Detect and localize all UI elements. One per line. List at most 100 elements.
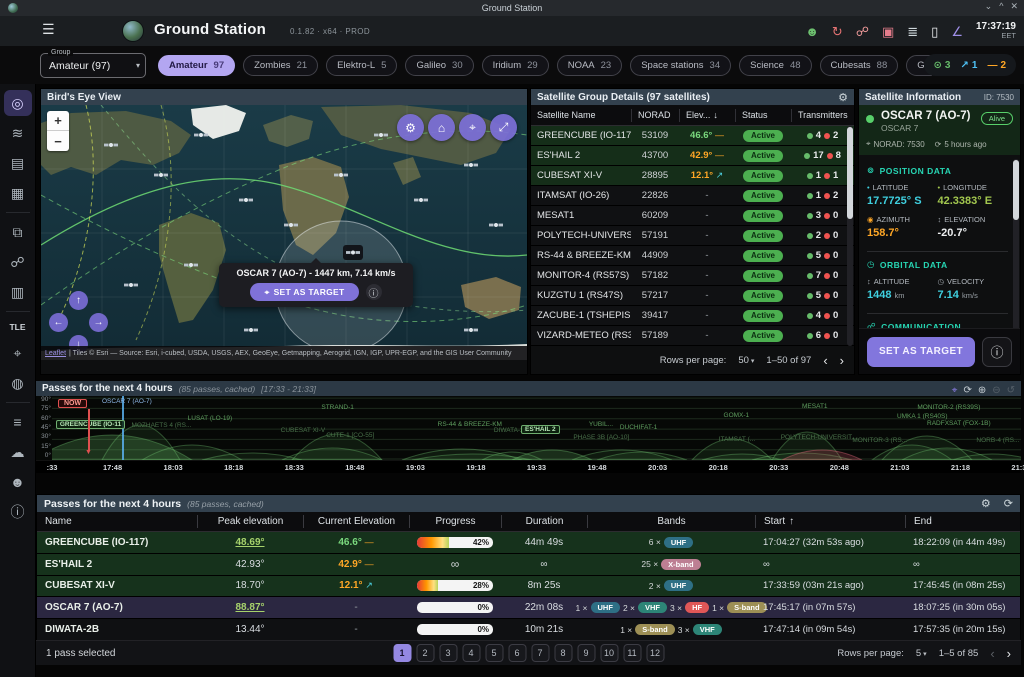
page-button-6[interactable]: 6 — [508, 644, 526, 662]
column-header-transmitters[interactable]: Transmitters — [791, 109, 854, 122]
map-settings-button[interactable]: ⚙ — [397, 114, 424, 141]
group-chip-elektro-l[interactable]: Elektro-L5 — [326, 55, 397, 76]
column-header-duration[interactable]: Duration — [501, 515, 587, 528]
page-button-7[interactable]: 7 — [531, 644, 549, 662]
column-header-end[interactable]: End — [905, 515, 1020, 528]
pass-row[interactable]: GREENCUBE (IO-117)48.69°46.6° —42%44m 49… — [37, 532, 1020, 554]
pass-row[interactable]: OSCAR 7 (AO-7)88.87°-0%22m 08s1 × UHF2 ×… — [37, 597, 1020, 619]
group-chip-science[interactable]: Science48 — [739, 55, 811, 76]
sidebar-item-tle[interactable]: TLE — [9, 322, 25, 332]
scrollbar[interactable] — [847, 126, 853, 346]
page-button-1[interactable]: 1 — [393, 644, 411, 662]
set-as-target-button[interactable]: SET AS TARGET — [867, 337, 975, 367]
table-row[interactable]: MONITOR-4 (RS57S)57182-Active70 — [531, 266, 854, 286]
unshade-button[interactable]: ^ — [999, 1, 1003, 12]
radio-icon[interactable]: ▣ — [882, 25, 894, 38]
page-button-11[interactable]: 11 — [623, 644, 641, 662]
table-row[interactable]: KUZGTU 1 (RS47S)57217-Active50 — [531, 286, 854, 306]
shade-button[interactable]: ⌄ — [985, 1, 993, 12]
group-chip-space-stations[interactable]: Space stations34 — [630, 55, 731, 76]
sidebar-item-info[interactable]: ⓘ — [4, 499, 32, 525]
column-header-satellite-name[interactable]: Satellite Name — [531, 109, 631, 122]
column-header-status[interactable]: Status — [735, 109, 791, 122]
sidebar-item-cloud[interactable]: ☁ — [4, 439, 32, 465]
column-header-start[interactable]: Start↑ — [755, 515, 905, 528]
column-header-elev[interactable]: Elev...↓ — [679, 109, 735, 122]
table-row[interactable]: VIZARD-METEO (RS3...57189-Active60 — [531, 326, 854, 346]
hamburger-menu-icon[interactable]: ☰ — [42, 21, 55, 38]
column-header-norad[interactable]: NORAD — [631, 109, 679, 122]
sidebar-item-radio[interactable]: ⧉ — [4, 219, 32, 245]
prev-page-button[interactable]: ‹ — [823, 353, 827, 368]
rows-per-page-select[interactable]: 5▾ — [916, 648, 927, 659]
elevation-icon[interactable]: ∠ — [951, 25, 963, 38]
timeline-reset-button[interactable]: ↺ — [1007, 385, 1015, 396]
close-button[interactable]: ✕ — [1010, 1, 1018, 12]
pan-up-button[interactable]: ↑ — [69, 291, 88, 310]
table-row[interactable]: ES'HAIL 24370042.9° —Active178 — [531, 146, 854, 166]
timeline-zoom-in-button[interactable]: ⊕ — [978, 385, 986, 396]
group-chip-iridium[interactable]: Iridium29 — [482, 55, 549, 76]
column-header-current-elevation[interactable]: Current Elevation — [303, 515, 409, 528]
group-chip-galileo[interactable]: Galileo30 — [405, 55, 473, 76]
next-page-button[interactable]: › — [1007, 646, 1011, 661]
page-button-4[interactable]: 4 — [462, 644, 480, 662]
table-row[interactable]: RS-44 & BREEZE-KM ...44909-Active50 — [531, 246, 854, 266]
page-button-5[interactable]: 5 — [485, 644, 503, 662]
timeline-zoom-out-button[interactable]: ⊖ — [992, 385, 1000, 396]
page-button-9[interactable]: 9 — [577, 644, 595, 662]
sidebar-item-antenna[interactable]: ☍ — [4, 249, 32, 275]
peak-elevation[interactable]: 48.69° — [235, 537, 264, 548]
table-row[interactable]: GREENCUBE (IO-117)5310946.6° —Active42 — [531, 126, 854, 146]
sidebar-item-passes[interactable]: ≋ — [4, 120, 32, 146]
timeline-refresh-button[interactable]: ⟳ — [963, 385, 971, 396]
antenna-alert-icon[interactable]: ☍ — [856, 25, 869, 38]
map-target-button[interactable]: ⌖ — [459, 114, 486, 141]
sidebar-item-globe[interactable]: ◍ — [4, 370, 32, 396]
scrollbar[interactable] — [1013, 159, 1019, 334]
pass-row[interactable]: ES'HAIL 242.93°42.9° —∞∞25 × X-band∞∞ — [37, 554, 1020, 576]
table-row[interactable]: POLYTECH-UNIVERS...57191-Active20 — [531, 226, 854, 246]
map-home-button[interactable]: ⌂ — [428, 114, 455, 141]
gear-icon[interactable]: ⚙ — [838, 91, 848, 104]
zoom-in-button[interactable]: + — [47, 111, 69, 131]
timeline-chart[interactable]: 90°75°60°45°30°15°0° OSCAR 7 (AO-7) GREE… — [36, 396, 1021, 460]
timeline-satellite-icon[interactable]: ⌖ — [952, 385, 958, 396]
refresh-icon[interactable]: ⟳ — [1004, 497, 1013, 510]
column-header-name[interactable]: Name — [37, 515, 197, 528]
table-row[interactable]: MESAT160209-Active30 — [531, 206, 854, 226]
leaflet-link[interactable]: Leaflet — [45, 350, 66, 357]
page-button-12[interactable]: 12 — [646, 644, 664, 662]
table-row[interactable]: ITAMSAT (IO-26)22826-Active12 — [531, 186, 854, 206]
device-icon[interactable]: ▯ — [931, 25, 938, 38]
gear-icon[interactable]: ⚙ — [981, 497, 991, 510]
group-chip-noaa[interactable]: NOAA23 — [557, 55, 623, 76]
sidebar-item-account[interactable]: ☻ — [4, 469, 32, 495]
column-header-peak-elevation[interactable]: Peak elevation — [197, 515, 303, 528]
set-as-target-button[interactable]: ⌖ SET AS TARGET — [250, 283, 358, 301]
pass-row[interactable]: DIWATA-2B13.44°-0%10m 21s1 × S-band3 × V… — [37, 619, 1020, 641]
info-button[interactable]: ⓘ — [982, 337, 1012, 367]
page-button-8[interactable]: 8 — [554, 644, 572, 662]
tooltip-info-button[interactable]: ⓘ — [366, 284, 382, 300]
table-row[interactable]: ZACUBE-1 (TSHEPIS...39417-Active40 — [531, 306, 854, 326]
sidebar-item-schedule[interactable]: ▦ — [4, 180, 32, 206]
pan-right-button[interactable]: → — [89, 313, 108, 332]
page-button-2[interactable]: 2 — [416, 644, 434, 662]
group-chip-amateur[interactable]: Amateur97 — [158, 55, 235, 76]
sidebar-item-files[interactable]: ▤ — [4, 150, 32, 176]
page-button-3[interactable]: 3 — [439, 644, 457, 662]
pan-left-button[interactable]: ← — [49, 313, 68, 332]
column-header-bands[interactable]: Bands — [587, 515, 755, 528]
group-select[interactable]: Group Amateur (97) ▾ — [40, 53, 146, 78]
zoom-out-button[interactable]: − — [47, 131, 69, 151]
table-row[interactable]: CUBESAT XI-V2889512.1° ↗Active11 — [531, 166, 854, 186]
sidebar-item-satellites[interactable]: ⌖ — [4, 340, 32, 366]
next-page-button[interactable]: › — [840, 353, 844, 368]
sidebar-item-news[interactable]: ▥ — [4, 279, 32, 305]
world-map[interactable]: + − ⚙⌂⌖⤢ ↑←→↓ OSCAR 7 (AO-7) - 1447 km, … — [41, 105, 527, 360]
map-fullscreen-button[interactable]: ⤢ — [490, 114, 517, 141]
sidebar-item-tracking[interactable]: ◎ — [4, 90, 32, 116]
pass-row[interactable]: CUBESAT XI-V18.70°12.1° ↗28%8m 25s2 × UH… — [37, 576, 1020, 598]
group-chip-zombies[interactable]: Zombies21 — [243, 55, 318, 76]
